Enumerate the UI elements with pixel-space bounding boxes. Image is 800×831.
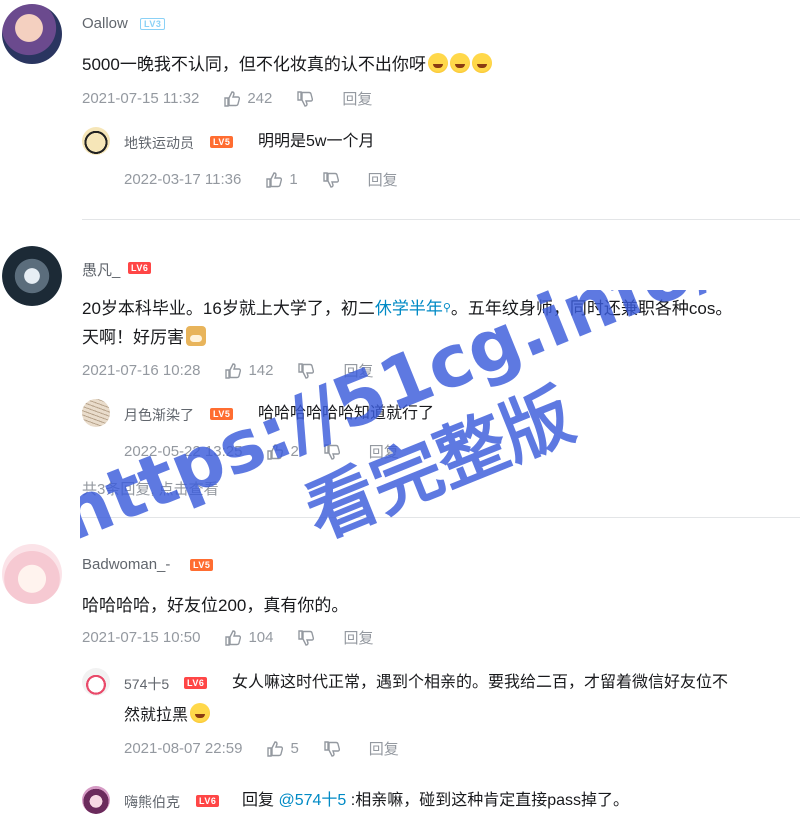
- level-badge: LV6: [196, 795, 220, 807]
- comment-text: 5000一晚我不认同，但不化妆真的认不出你呀: [82, 50, 492, 79]
- reply-button[interactable]: 回复: [368, 169, 398, 190]
- thumb-up-icon: [225, 629, 242, 646]
- reply-button[interactable]: 回复: [369, 441, 399, 462]
- divider: [82, 219, 800, 220]
- like-button[interactable]: 1: [265, 171, 298, 189]
- reply-time: 2022-05-22 13:25: [124, 443, 243, 460]
- dislike-button[interactable]: [323, 443, 341, 461]
- thumb-down-icon: [322, 171, 339, 188]
- reply-button[interactable]: 回复: [342, 88, 372, 109]
- search-icon: ⚲: [442, 302, 451, 314]
- thumb-down-icon: [324, 443, 340, 460]
- level-badge: LV3: [140, 18, 166, 30]
- reply-button[interactable]: 回复: [369, 738, 399, 759]
- comment-username[interactable]: Badwoman_-: [82, 556, 170, 573]
- reply-button[interactable]: 回复: [343, 360, 373, 381]
- laugh-emoji-icon: [427, 53, 448, 73]
- thumb-down-icon: [297, 90, 314, 107]
- reply-username[interactable]: 月色渐染了: [124, 405, 194, 425]
- reply-time: 2021-08-07 22:59: [124, 740, 243, 757]
- level-badge: LV5: [190, 559, 214, 571]
- level-badge: LV6: [184, 677, 208, 689]
- avatar[interactable]: [82, 127, 110, 155]
- dislike-button[interactable]: [322, 171, 340, 189]
- avatar[interactable]: [82, 399, 110, 427]
- reply-username[interactable]: 嗨熊伯克: [124, 792, 180, 812]
- thumb-up-icon: [267, 443, 284, 460]
- reply-time: 2022-03-17 11:36: [124, 171, 242, 188]
- avatar[interactable]: [82, 786, 110, 814]
- reply-meta: 2021-08-07 22:59 5 回复: [124, 738, 399, 759]
- thumb-down-icon: [298, 362, 315, 379]
- laugh-emoji-icon: [449, 53, 470, 73]
- laugh-emoji-icon: [471, 53, 492, 73]
- comment-text-line2: 天啊！好厉害: [82, 323, 206, 352]
- thumb-down-icon: [324, 740, 340, 757]
- reply-text: 女人嘛这时代正常，遇到个相亲的。要我给二百，才留着微信好友位不: [232, 674, 729, 691]
- reply-meta: 2022-03-17 11:36 1 回复: [124, 169, 398, 190]
- thumb-up-icon: [266, 171, 283, 188]
- level-badge: LV5: [210, 136, 234, 148]
- dislike-button[interactable]: [323, 740, 341, 758]
- like-button[interactable]: 5: [266, 740, 299, 758]
- thumb-up-icon: [267, 740, 284, 757]
- comment-username[interactable]: 愚凡_: [82, 259, 120, 280]
- comment-meta: 2021-07-15 10:50 104 回复: [82, 627, 373, 648]
- thumb-down-icon: [298, 629, 315, 646]
- level-badge: LV5: [210, 408, 234, 420]
- like-button[interactable]: 242: [223, 90, 272, 108]
- comment-time: 2021-07-16 10:28: [82, 362, 201, 379]
- dislike-button[interactable]: [297, 629, 315, 647]
- reply-text: 明明是5w一个月: [258, 133, 375, 150]
- reply-username[interactable]: 574十5: [124, 674, 169, 694]
- comment-text: 20岁本科毕业。16岁就上大学了，初二休学半年⚲。五年纹身师，同时还兼职各种co…: [82, 299, 733, 318]
- like-button[interactable]: 104: [224, 629, 273, 647]
- comment-text: 哈哈哈哈，好友位200，真有你的。: [82, 596, 349, 615]
- search-link[interactable]: 休学半年⚲: [375, 299, 451, 318]
- avatar[interactable]: [2, 544, 62, 604]
- comment-meta: 2021-07-16 10:28 142 回复: [82, 360, 373, 381]
- doge-emoji-icon: [186, 326, 206, 346]
- like-count: 142: [248, 362, 274, 379]
- reply-meta: 2022-05-22 13:25 2 回复: [124, 441, 399, 462]
- like-button[interactable]: 2: [266, 443, 299, 461]
- reply-text: 哈哈哈哈哈哈知道就行了: [258, 405, 435, 422]
- like-count: 242: [247, 90, 273, 107]
- avatar[interactable]: [2, 4, 62, 64]
- dislike-button[interactable]: [296, 90, 314, 108]
- thumb-up-icon: [225, 362, 242, 379]
- like-count: 104: [248, 629, 274, 646]
- thumb-up-icon: [224, 90, 241, 107]
- reply-text: 回复 @574十5 :相亲嘛，碰到这种肯定直接pass掉了。: [242, 792, 630, 809]
- mention-link[interactable]: @574十5: [278, 792, 346, 809]
- comment-time: 2021-07-15 11:32: [82, 90, 200, 107]
- level-badge: LV6: [128, 262, 152, 274]
- reply-username[interactable]: 地铁运动员: [124, 133, 194, 153]
- comment-meta: 2021-07-15 11:32 242 回复: [82, 88, 372, 109]
- view-more-replies-link[interactable]: 共3条回复, 点击查看: [82, 478, 219, 499]
- comment-time: 2021-07-15 10:50: [82, 629, 201, 646]
- reply-button[interactable]: 回复: [343, 627, 373, 648]
- reply-text-line2: 然就拉黑: [124, 702, 211, 730]
- divider: [82, 517, 800, 518]
- avatar[interactable]: [82, 668, 110, 696]
- comment-username[interactable]: Oallow: [82, 15, 128, 32]
- like-count: 1: [289, 171, 298, 188]
- like-button[interactable]: 142: [224, 362, 273, 380]
- dislike-button[interactable]: [297, 362, 315, 380]
- laugh-emoji-icon: [190, 703, 211, 723]
- avatar[interactable]: [2, 246, 62, 306]
- like-count: 2: [290, 443, 299, 460]
- like-count: 5: [290, 740, 299, 757]
